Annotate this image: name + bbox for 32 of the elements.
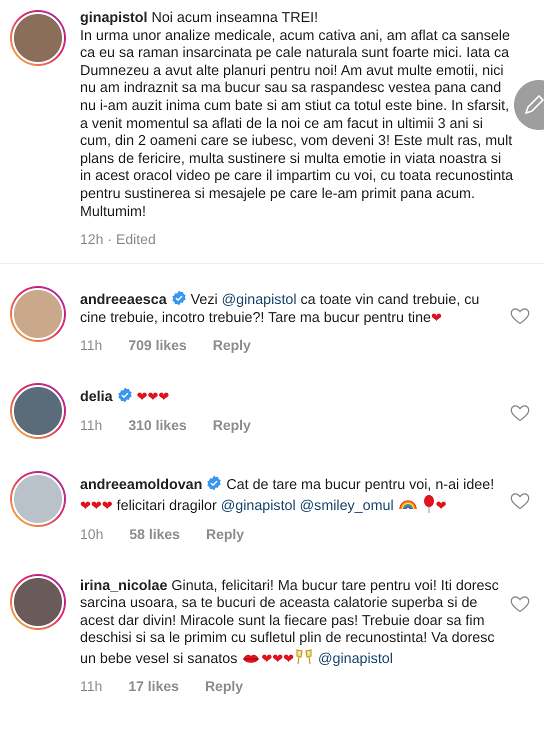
- timestamp: 11h: [80, 678, 102, 694]
- like-button[interactable]: [510, 403, 530, 424]
- rainbow-icon: [398, 500, 417, 510]
- reply-button[interactable]: Reply: [204, 678, 244, 694]
- reply-button[interactable]: Reply: [212, 337, 251, 354]
- mention-link[interactable]: @ginapistol: [220, 498, 296, 514]
- comment-text: andreeamoldovan Cat de tare ma bucur pentru voi, n-ai idee! ❤❤❤ felicitari dragilor @ginapistol @smiley_omul ❤: [80, 475, 496, 516]
- comment-text: delia ❤❤❤: [80, 387, 170, 407]
- mention-link[interactable]: @ginapistol: [318, 650, 393, 667]
- mention-link[interactable]: @ginapistol: [222, 292, 297, 308]
- mention-link[interactable]: @smiley_omul: [300, 498, 394, 514]
- timestamp: 12h: [80, 231, 104, 248]
- timestamp: 11h: [80, 416, 102, 433]
- like-button[interactable]: [510, 491, 530, 512]
- comment-text: andreeaesca Vezi @ginapistol ca toate vin cand trebuie, cu cine trebuie, incotro trebuie?! Tare ma bucur pentru tine❤: [80, 290, 480, 328]
- reply-button[interactable]: Reply: [206, 526, 244, 542]
- champagne-glasses-icon: [295, 648, 314, 666]
- like-button[interactable]: [510, 594, 530, 614]
- like-count[interactable]: 709 likes: [128, 337, 187, 354]
- caption-text: ginapistol Noi acum inseamna TREI! In urma unor analize medicale, acum cativa ani, am aflat ca sansele ca eu sa raman insarcinata pe cale naturala sunt foarte mici. Iata ca Dumnezeu a avut alte planuri pentru noi! Am avut multe emotii, nici nu am indraznit sa ma bucur sau sa raspandesc vestea pana cand nu i-am auzit inima cum bate si am stiut ca totul este bine. In sfarsit, a venit momentul sa aflati de la noi ce am facut in ultimii 3 ani si cum, din 2 oameni care se iubesc, vom deveni 3! Este mult ras, mult plans de fericire, multa sustinere si multa emotie in viata noastra si in acest oracol video pe care il impartim cu voi, cu toata recunostinta pentru sustinerea si mesajele pe care le-am primit pana acum. Multumim!: [80, 10, 514, 222]
- pencil-icon: [524, 95, 544, 115]
- timestamp: 10h: [80, 526, 104, 542]
- comment-text: irina_nicolae Ginuta, felicitari! Ma bucur tare pentru voi! Iti doresc sarcina usoara, sa te bucuri de aceasta calatorie superba si de acest dar divin! Miracole sunt la fiecare pas! Trebuie doar sa fim deschisi si sa le primim cu sufletul plin de recunostinta! Va doresc un bebe vesel si sanatos ❤❤❤ @ginapistol: [80, 578, 500, 668]
- balloon-icon: [422, 494, 435, 513]
- like-count[interactable]: 58 likes: [129, 526, 180, 542]
- like-count[interactable]: 17 likes: [128, 678, 179, 694]
- like-button[interactable]: [510, 306, 530, 326]
- edited-label: Edited: [116, 231, 156, 248]
- separator: ·: [107, 231, 112, 248]
- like-count[interactable]: 310 likes: [128, 416, 187, 433]
- reply-button[interactable]: Reply: [212, 416, 251, 433]
- timestamp: 11h: [80, 337, 102, 354]
